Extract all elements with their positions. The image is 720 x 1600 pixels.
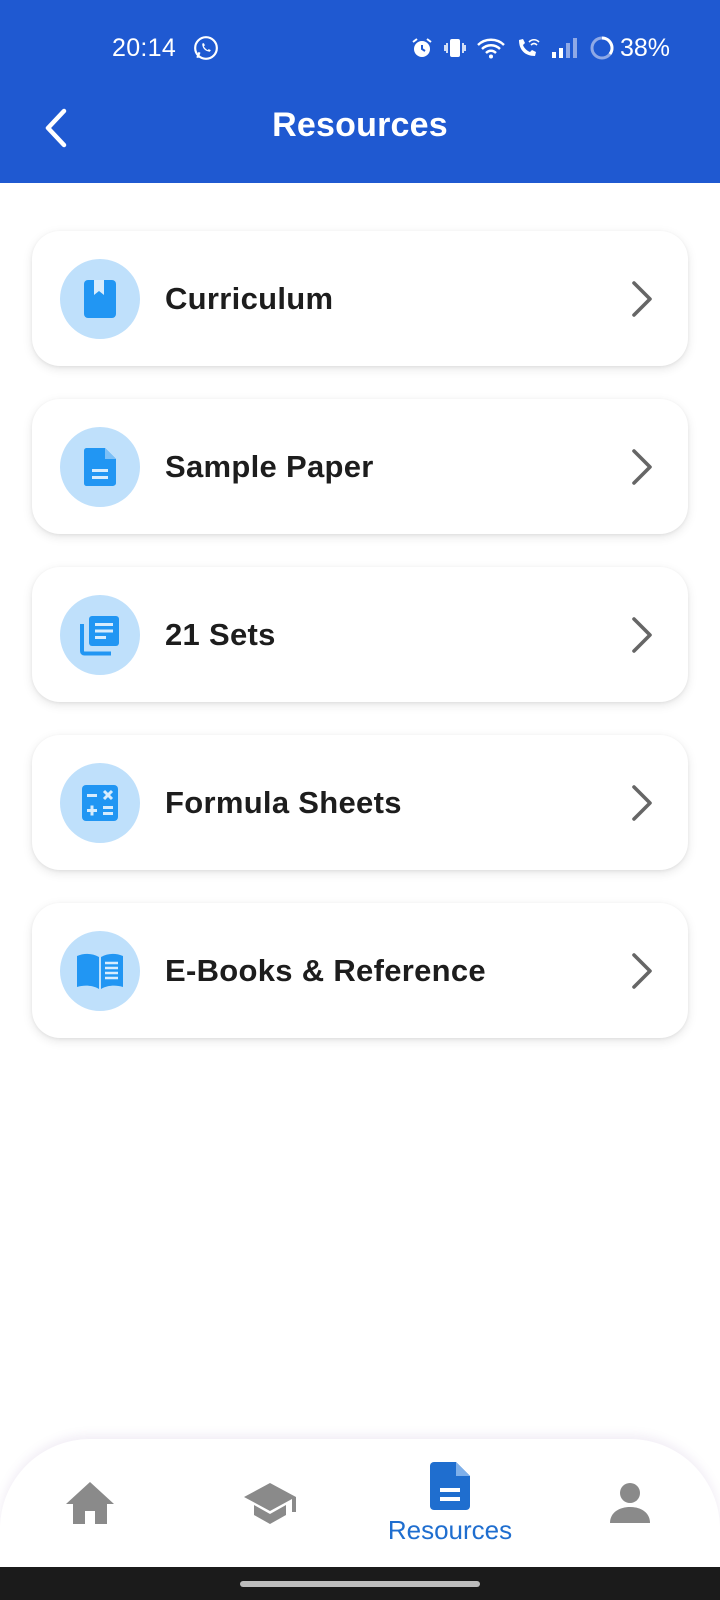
resource-item-label: Sample Paper [165, 448, 374, 484]
resource-item-label: Curriculum [165, 280, 334, 316]
open-book-icon [77, 953, 123, 989]
resource-list: Curriculum Sample Paper 21 Sets Formula … [32, 231, 688, 1071]
icon-badge [60, 763, 140, 843]
signal-icon [551, 38, 577, 58]
chevron-right-icon [632, 785, 652, 821]
icon-badge [60, 931, 140, 1011]
chevron-right-icon [632, 281, 652, 317]
whatsapp-icon [194, 36, 218, 60]
system-gesture-bar [0, 1567, 720, 1600]
nav-item-profile[interactable] [555, 1439, 705, 1567]
resource-item-ebooks-reference[interactable]: E-Books & Reference [32, 903, 688, 1038]
wifi-call-icon [518, 38, 540, 56]
icon-badge [60, 259, 140, 339]
battery-icon [590, 36, 614, 60]
vibrate-icon [444, 39, 466, 57]
icon-badge [60, 427, 140, 507]
resource-item-formula-sheets[interactable]: Formula Sheets [32, 735, 688, 870]
document-icon [430, 1461, 470, 1510]
resource-item-21-sets[interactable]: 21 Sets [32, 567, 688, 702]
alarm-icon [412, 38, 432, 57]
gesture-handle[interactable] [240, 1581, 480, 1587]
resource-item-label: Formula Sheets [165, 784, 402, 820]
wifi-icon [477, 38, 505, 59]
nav-item-home[interactable] [15, 1439, 165, 1567]
resource-item-curriculum[interactable]: Curriculum [32, 231, 688, 366]
nav-item-courses[interactable] [195, 1439, 345, 1567]
person-icon [610, 1483, 650, 1523]
nav-item-label: Resources [387, 1514, 513, 1545]
home-icon [66, 1482, 114, 1524]
chevron-right-icon [632, 617, 652, 653]
status-time: 20:14 [112, 34, 177, 62]
bottom-navigation: Resources [0, 1439, 720, 1567]
resource-item-label: E-Books & Reference [165, 952, 486, 988]
status-bar: 20:14 38% [0, 0, 720, 96]
chevron-right-icon [632, 953, 652, 989]
battery-percent: 38% [619, 33, 670, 62]
status-icons: 38% [410, 33, 670, 63]
top-bar: 20:14 38% Resources [0, 0, 720, 183]
icon-badge [60, 595, 140, 675]
graduation-cap-icon [244, 1483, 296, 1524]
resource-item-label: 21 Sets [165, 616, 276, 652]
nav-item-resources[interactable]: Resources [375, 1439, 525, 1567]
chevron-right-icon [632, 449, 652, 485]
document-icon [84, 448, 116, 486]
book-icon [84, 280, 116, 318]
calculator-icon [82, 785, 118, 821]
library-books-icon [80, 616, 119, 656]
page-title: Resources [272, 106, 448, 144]
resource-item-sample-paper[interactable]: Sample Paper [32, 399, 688, 534]
